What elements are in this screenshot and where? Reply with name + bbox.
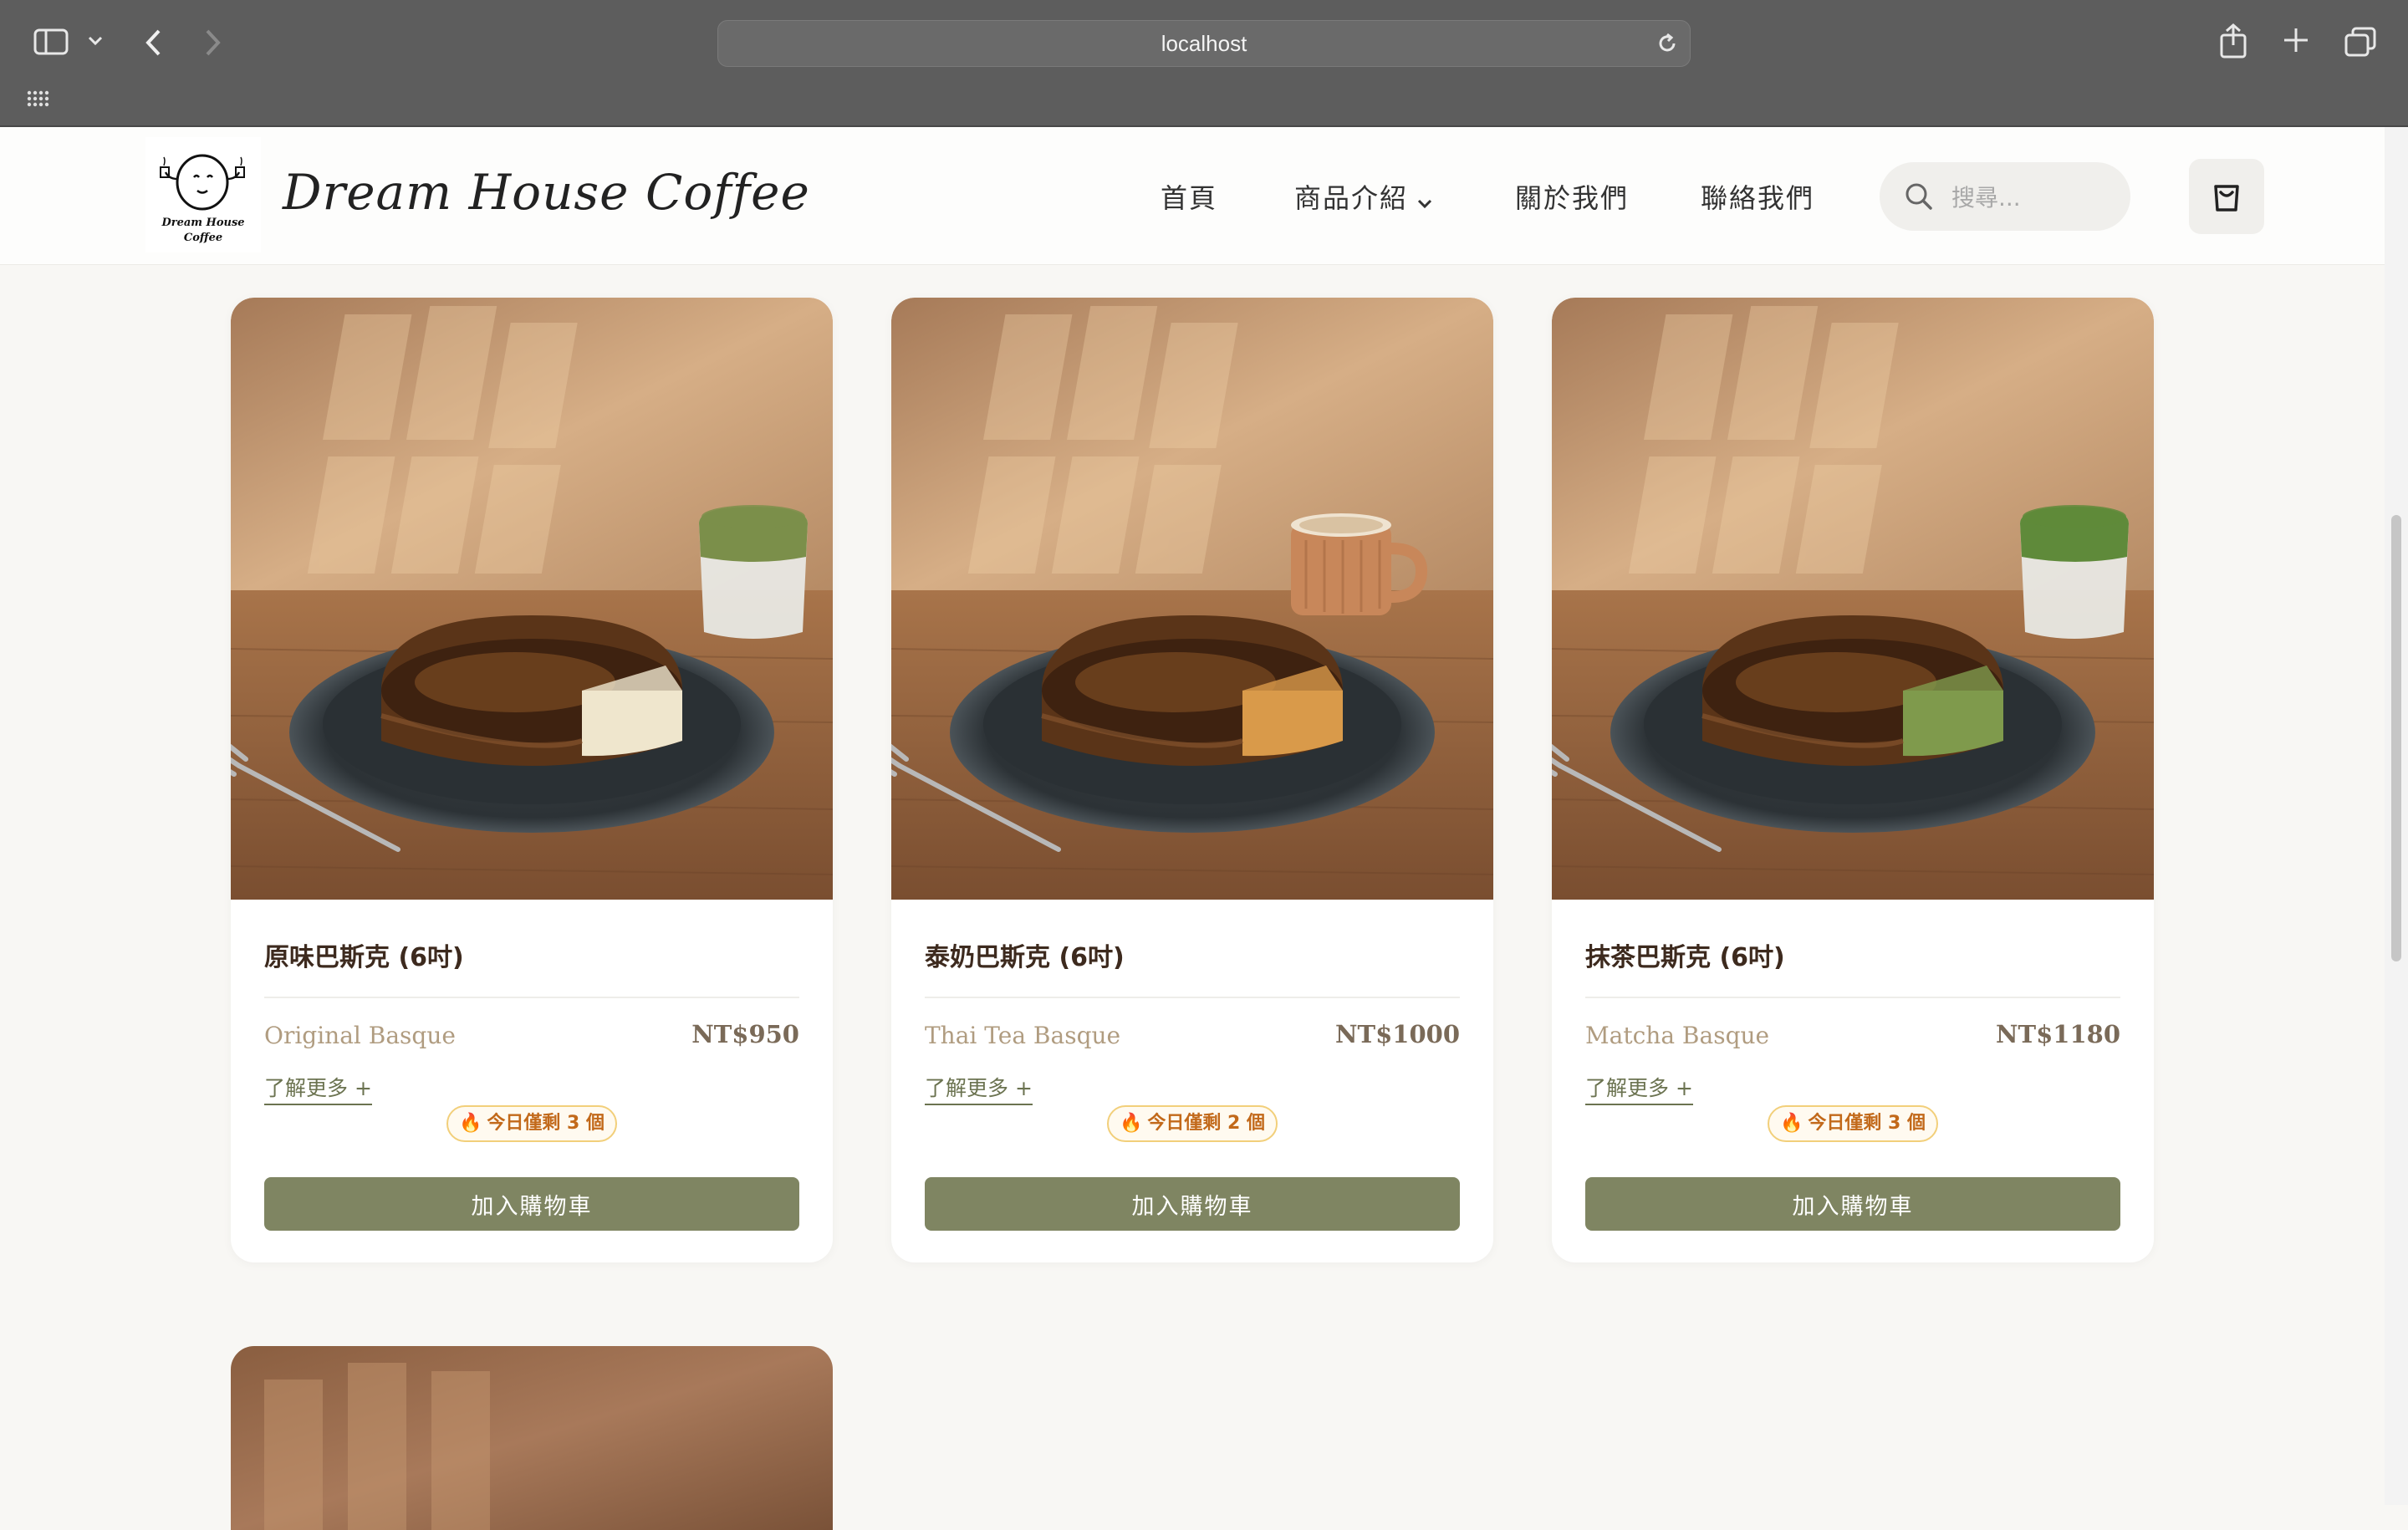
product-image[interactable] (1552, 298, 2154, 900)
learn-more-link[interactable]: 了解更多 + (264, 1072, 372, 1105)
logo[interactable]: Dream House Coffee (145, 137, 261, 252)
divider (1585, 997, 2120, 998)
fire-icon: 🔥 (1779, 1113, 1803, 1134)
address-bar[interactable]: localhost (717, 20, 1691, 67)
add-to-cart-button[interactable]: 加入購物車 (264, 1177, 799, 1231)
nav-about[interactable]: 關於我們 (1515, 177, 1629, 216)
chevron-down-icon[interactable] (87, 35, 104, 47)
product-english-name: Original Basque (264, 1022, 456, 1049)
product-title: 原味巴斯克 (6吋) (264, 943, 464, 972)
product-english-name: Thai Tea Basque (925, 1022, 1121, 1049)
stock-text: 今日僅剩 2 個 (1147, 1113, 1266, 1134)
brand-name[interactable]: Dream House Coffee (283, 164, 810, 221)
basque-cake (380, 615, 682, 766)
product-english-name: Matcha Basque (1585, 1022, 1770, 1049)
product-price: NT$1000 (1335, 1020, 1460, 1048)
nav-contact[interactable]: 聯絡我們 (1701, 177, 1814, 216)
browser-toolbar: localhost (0, 0, 2408, 127)
learn-more-link[interactable]: 了解更多 + (925, 1072, 1033, 1105)
chevron-down-icon (1416, 185, 1433, 217)
sidebar-toggle-icon[interactable] (33, 28, 69, 55)
svg-text:Dream House: Dream House (161, 217, 244, 229)
product-title: 泰奶巴斯克 (6吋) (925, 943, 1125, 972)
cart-button[interactable] (2189, 159, 2264, 234)
reload-icon[interactable] (1656, 33, 1678, 54)
forward-icon[interactable] (202, 28, 222, 57)
basque-cake (1041, 615, 1343, 766)
product-price: NT$950 (691, 1020, 799, 1048)
nav-home[interactable]: 首頁 (1161, 177, 1217, 216)
nav-products[interactable]: 商品介紹 (1294, 177, 1433, 217)
stock-badge: 🔥 今日僅剩 3 個 (446, 1105, 617, 1142)
back-icon[interactable] (144, 28, 164, 57)
learn-more-link[interactable]: 了解更多 + (1585, 1072, 1693, 1105)
nav-products-label: 商品介紹 (1294, 182, 1409, 214)
stock-text: 今日僅剩 3 個 (1808, 1113, 1926, 1134)
drink-glass (2020, 505, 2129, 639)
stock-badge: 🔥 今日僅剩 3 個 (1768, 1105, 1938, 1142)
svg-text:Coffee: Coffee (184, 232, 222, 244)
product-card-matcha: 抹茶巴斯克 (6吋) Matcha Basque NT$1180 了解更多 + … (1552, 298, 2154, 1262)
page-scrollbar-thumb[interactable] (2391, 515, 2401, 961)
search-icon (1903, 181, 1935, 216)
search-box (1880, 162, 2130, 231)
product-price: NT$1180 (1996, 1020, 2120, 1048)
add-to-cart-button[interactable]: 加入購物車 (1585, 1177, 2120, 1231)
product-image-partial[interactable] (231, 1346, 833, 1530)
divider (925, 997, 1460, 998)
product-image[interactable] (231, 298, 833, 900)
add-to-cart-button[interactable]: 加入購物車 (925, 1177, 1460, 1231)
site-header: Dream House Coffee Dream House Coffee 首頁… (0, 127, 2385, 265)
new-tab-icon[interactable] (2283, 27, 2309, 54)
share-icon[interactable] (2219, 23, 2247, 59)
favorites-grid-icon[interactable] (27, 90, 50, 107)
product-card-original: 原味巴斯克 (6吋) Original Basque NT$950 了解更多 +… (231, 298, 833, 1262)
fire-icon: 🔥 (458, 1113, 482, 1134)
product-image[interactable] (891, 298, 1493, 900)
drink-glass (699, 505, 808, 639)
product-title: 抹茶巴斯克 (6吋) (1585, 943, 1785, 972)
stock-text: 今日僅剩 3 個 (487, 1113, 605, 1134)
search-input[interactable] (1950, 177, 2120, 217)
shopping-bag-icon (2214, 185, 2239, 212)
url-text: localhost (1161, 31, 1247, 56)
divider (264, 997, 799, 998)
product-card-thai-tea: 泰奶巴斯克 (6吋) Thai Tea Basque NT$1000 了解更多 … (891, 298, 1493, 1262)
fire-icon: 🔥 (1119, 1113, 1143, 1134)
stock-badge: 🔥 今日僅剩 2 個 (1107, 1105, 1278, 1142)
tabs-overview-icon[interactable] (2344, 27, 2376, 57)
basque-cake (1701, 615, 2003, 766)
